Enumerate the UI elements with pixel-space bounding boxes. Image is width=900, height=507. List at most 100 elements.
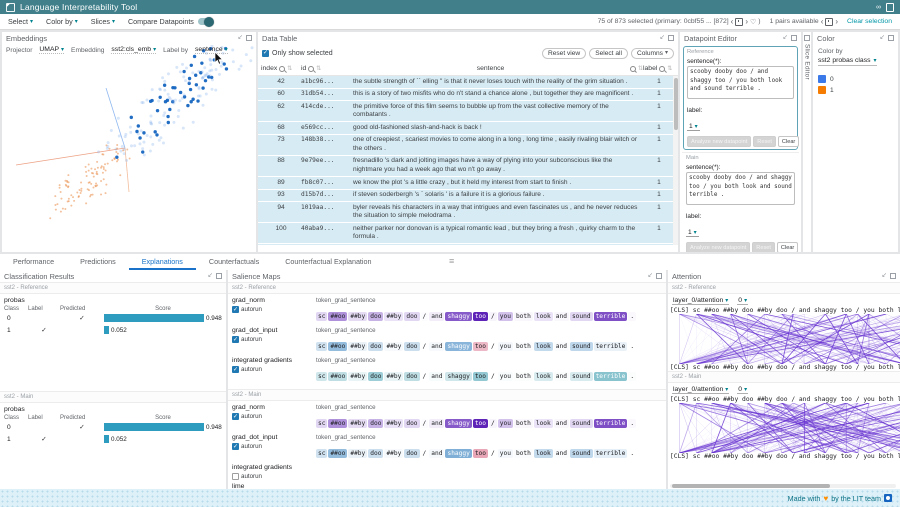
unselected-negative[interactable] [66,181,68,183]
unselected-positive[interactable] [202,104,205,107]
attention-head-select[interactable]: 0▾ [737,386,748,394]
unselected-negative[interactable] [56,203,58,205]
unselected-positive[interactable] [124,133,127,136]
selected-points[interactable] [188,77,191,80]
salience-token-chip[interactable]: sound [570,449,593,458]
salience-token-chip[interactable]: shaggy [445,372,471,381]
unselected-negative[interactable] [85,171,87,173]
unselected-negative[interactable] [76,192,78,194]
salience-token-chip[interactable]: / [421,449,429,458]
salience-token-chip[interactable]: sound [570,342,593,351]
minimize-icon[interactable]: ↙ [882,273,887,280]
salience-token-chip[interactable]: shaggy [445,342,471,351]
unselected-negative[interactable] [64,208,66,210]
reset-view-button[interactable]: Reset view [542,48,586,59]
tab-explanations[interactable]: Explanations [129,254,196,270]
maximize-icon[interactable] [791,35,797,41]
salience-token-chip[interactable]: and [554,449,569,458]
unselected-negative[interactable] [70,194,72,196]
analyze-new-datapoint-button[interactable]: Analyze new datapoint [686,242,750,252]
autorun-checkbox[interactable] [232,443,239,450]
unselected-positive[interactable] [97,150,100,153]
unselected-positive[interactable] [159,88,162,91]
selected-points[interactable] [166,99,169,102]
unselected-positive[interactable] [167,72,170,75]
selected-points[interactable] [130,116,133,119]
salience-token-chip[interactable]: too [473,342,488,351]
color-by-menu[interactable]: Color by ▾ [46,17,78,26]
unselected-negative[interactable] [103,166,105,168]
unselected-positive[interactable] [205,93,208,96]
unselected-negative[interactable] [80,188,82,190]
unselected-positive[interactable] [162,142,165,145]
column-header-label[interactable]: label ⇅ [643,65,675,72]
unselected-positive[interactable] [172,121,175,124]
salience-token-chip[interactable]: doo [404,342,419,351]
analyze-new-datapoint-button[interactable]: Analyze new datapoint [687,136,751,147]
selected-points[interactable] [201,86,204,89]
unselected-negative[interactable] [54,195,56,197]
search-icon[interactable] [630,66,636,72]
salience-token-chip[interactable]: you [498,372,513,381]
unselected-negative[interactable] [85,202,87,204]
attention-layer-select[interactable]: layer_0/attention▾ [672,297,729,305]
table-row[interactable]: 62414cde...the primitive force of this f… [258,101,678,122]
unselected-negative[interactable] [100,194,102,196]
color-by-select[interactable]: sst2 probas class ▾ [818,57,877,66]
table-row[interactable]: 93d15b7d...if steven soderbergh 's ` sol… [258,190,678,203]
salience-token-chip[interactable]: too [473,419,488,428]
sort-icon[interactable]: ⇅ [667,65,672,72]
search-icon[interactable] [308,66,314,72]
unselected-negative[interactable] [94,185,96,187]
unselected-positive[interactable] [151,88,154,91]
salience-token-chip[interactable]: / [489,449,497,458]
unselected-positive[interactable] [183,93,186,96]
unselected-positive[interactable] [218,73,221,76]
unselected-positive[interactable] [209,63,212,66]
salience-token-chip[interactable]: doo [368,449,383,458]
attention-head-select[interactable]: 0▾ [737,297,748,305]
maximize-icon[interactable] [216,273,222,279]
unselected-positive[interactable] [201,70,204,73]
unselected-positive[interactable] [182,127,185,130]
unselected-negative[interactable] [80,182,82,184]
unselected-negative[interactable] [129,157,131,159]
unselected-negative[interactable] [62,208,64,210]
selected-points[interactable] [115,156,118,159]
unselected-positive[interactable] [177,109,180,112]
salience-token-chip[interactable]: . [628,419,636,428]
unselected-negative[interactable] [55,209,57,211]
unselected-positive[interactable] [129,131,132,134]
selected-points[interactable] [141,150,144,153]
unselected-positive[interactable] [184,79,187,82]
autorun-checkbox[interactable] [232,413,239,420]
unselected-positive[interactable] [119,150,122,153]
selected-points[interactable] [204,79,207,82]
autorun-checkbox[interactable] [232,366,239,373]
selected-points[interactable] [191,98,194,101]
salience-token-chip[interactable]: and [554,312,569,321]
clear-selection-link[interactable]: Clear selection [847,18,892,25]
unselected-negative[interactable] [113,157,115,159]
selected-points[interactable] [138,136,141,139]
unselected-negative[interactable] [115,151,117,153]
unselected-negative[interactable] [88,164,90,166]
salience-token-chip[interactable]: and [554,419,569,428]
attention-horizontal-scrollbar[interactable] [670,484,896,488]
unselected-positive[interactable] [137,132,140,135]
salience-token-chip[interactable]: and [429,342,444,351]
unselected-negative[interactable] [96,184,98,186]
minimize-icon[interactable]: ↙ [238,35,243,42]
minimize-icon[interactable]: ↙ [660,35,665,42]
unselected-negative[interactable] [103,178,105,180]
selected-points[interactable] [190,64,193,67]
unselected-negative[interactable] [107,163,109,165]
unselected-positive[interactable] [121,145,124,148]
unselected-negative[interactable] [73,200,75,202]
maximize-icon[interactable] [890,273,896,279]
docs-icon[interactable] [886,3,894,12]
selected-points[interactable] [168,108,171,111]
salience-token-chip[interactable]: doo [404,312,419,321]
unselected-positive[interactable] [208,69,211,72]
unselected-negative[interactable] [92,194,94,196]
